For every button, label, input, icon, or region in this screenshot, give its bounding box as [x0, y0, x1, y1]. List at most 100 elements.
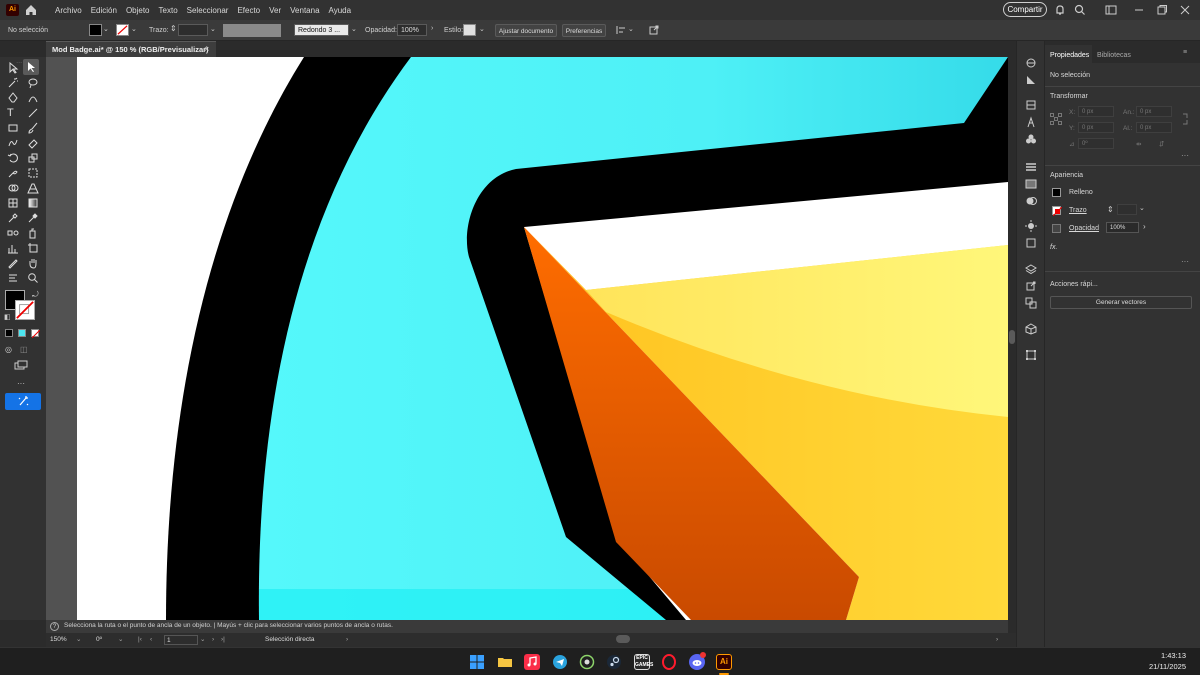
- curvature-tool-icon[interactable]: [27, 92, 39, 104]
- first-artboard-icon[interactable]: |‹: [138, 635, 142, 645]
- transparency-panel-icon[interactable]: [1025, 195, 1037, 207]
- scale-tool-icon[interactable]: [27, 152, 39, 164]
- artboard-number-field[interactable]: 1: [164, 635, 198, 645]
- stroke-color-box[interactable]: [15, 300, 35, 320]
- perspective-grid-icon[interactable]: [27, 182, 39, 194]
- shape-builder-icon[interactable]: [7, 182, 19, 194]
- artboard-tool-icon[interactable]: [27, 242, 39, 254]
- chevron-down-icon[interactable]: ⌄: [628, 25, 634, 33]
- menu-edicion[interactable]: Edición: [91, 6, 117, 15]
- link-proportions-icon[interactable]: [1181, 113, 1189, 125]
- zoom-tool-icon[interactable]: [27, 272, 39, 284]
- gradient-panel-icon[interactable]: [1025, 178, 1037, 190]
- direct-selection-tool-active[interactable]: [23, 59, 39, 75]
- chevron-down-icon[interactable]: ⌄: [103, 25, 109, 33]
- hand-tool-icon[interactable]: [27, 257, 39, 269]
- layers-panel-icon[interactable]: [1025, 263, 1037, 275]
- stroke-link[interactable]: Trazo: [1069, 207, 1087, 214]
- stroke-swatch-panel[interactable]: [1052, 206, 1063, 217]
- gradient-tool-icon[interactable]: [27, 197, 39, 209]
- more-options-icon[interactable]: ···: [1181, 257, 1189, 266]
- swap-colors-icon[interactable]: ⤾: [32, 290, 39, 300]
- properties-panel-icon[interactable]: [1025, 57, 1037, 69]
- eraser-icon[interactable]: [27, 137, 39, 149]
- restore-icon[interactable]: [1155, 3, 1169, 17]
- rectangle-tool-icon[interactable]: [7, 122, 19, 134]
- search-icon[interactable]: [1073, 3, 1087, 17]
- brush-definition[interactable]: Redondo 3 ...: [294, 24, 349, 36]
- music-app-icon[interactable]: [524, 654, 540, 670]
- flip-horizontal-icon[interactable]: ⇹: [1136, 140, 1141, 148]
- illustrator-taskbar-icon[interactable]: Ai: [716, 654, 732, 670]
- stepper-icon[interactable]: ⇕: [170, 24, 177, 33]
- asset-export-icon[interactable]: [1025, 280, 1037, 292]
- appearance-panel-icon[interactable]: [1025, 220, 1037, 232]
- tab-properties[interactable]: Propiedades: [1050, 52, 1089, 59]
- preferences-button[interactable]: Preferencias: [562, 24, 606, 37]
- color-mode-icon[interactable]: [5, 329, 13, 337]
- menu-efecto[interactable]: Efecto: [237, 6, 260, 15]
- puppet-warp-icon[interactable]: [1025, 116, 1037, 128]
- style-swatch[interactable]: [463, 24, 476, 36]
- none-mode-icon[interactable]: [31, 329, 41, 339]
- chevron-down-icon[interactable]: ⌄: [210, 25, 216, 33]
- menu-archivo[interactable]: Archivo: [55, 6, 82, 15]
- opacity-panel-input[interactable]: 100%: [1106, 222, 1139, 233]
- menu-ver[interactable]: Ver: [269, 6, 281, 15]
- reference-point-icon[interactable]: [1050, 113, 1062, 125]
- width-input[interactable]: 0 px: [1136, 106, 1172, 117]
- more-options-icon[interactable]: ···: [1181, 151, 1189, 160]
- close-tab-icon[interactable]: ×: [204, 44, 209, 54]
- recolor-icon[interactable]: [1025, 74, 1037, 86]
- height-input[interactable]: 0 px: [1136, 122, 1172, 133]
- rotation-field[interactable]: 0º: [96, 635, 116, 645]
- gradient-mode-icon[interactable]: [18, 329, 26, 337]
- stroke-panel-icon[interactable]: [1025, 161, 1037, 173]
- type-tool-icon[interactable]: T: [7, 107, 19, 119]
- flip-vertical-icon[interactable]: ⇵: [1159, 140, 1164, 148]
- next-artboard-icon[interactable]: ›: [212, 635, 214, 645]
- screen-mode-icon[interactable]: [14, 360, 28, 370]
- align-icon[interactable]: [615, 24, 627, 36]
- graphic-styles-icon[interactable]: [1025, 237, 1037, 249]
- share-button[interactable]: Compartir: [1003, 2, 1047, 17]
- stroke-stepper-icon[interactable]: ⇕: [1107, 205, 1114, 214]
- shaper-tool-icon[interactable]: [7, 137, 19, 149]
- lasso-icon[interactable]: [27, 77, 39, 89]
- home-icon[interactable]: [24, 3, 38, 17]
- panel-menu-icon[interactable]: ≡: [1183, 49, 1187, 56]
- pen-tool-icon[interactable]: [7, 92, 19, 104]
- chevron-right-icon[interactable]: ›: [346, 635, 348, 645]
- column-graph-icon[interactable]: [7, 242, 19, 254]
- chevron-down-icon[interactable]: ⌄: [131, 25, 137, 33]
- blend-tool-icon[interactable]: [7, 227, 19, 239]
- angle-input[interactable]: 0º: [1078, 138, 1114, 149]
- export-icon[interactable]: [648, 24, 660, 36]
- opera-gx-icon[interactable]: [661, 654, 677, 670]
- stroke-swatch[interactable]: [116, 24, 129, 36]
- free-transform-icon[interactable]: [27, 167, 39, 179]
- menu-texto[interactable]: Texto: [159, 6, 178, 15]
- y-input[interactable]: 0 px: [1078, 122, 1114, 133]
- libraries-panel-icon[interactable]: [1025, 99, 1037, 111]
- stroke-weight-input[interactable]: [178, 24, 208, 36]
- scroll-right-icon[interactable]: ›: [996, 635, 998, 645]
- workspace-icon[interactable]: [1104, 3, 1118, 17]
- telegram-icon[interactable]: [552, 654, 568, 670]
- default-colors-icon[interactable]: ◧: [4, 313, 11, 321]
- tab-libraries[interactable]: Bibliotecas: [1097, 52, 1131, 59]
- x-input[interactable]: 0 px: [1078, 106, 1114, 117]
- chevron-down-icon[interactable]: ⌄: [1139, 204, 1145, 212]
- magic-wand-icon[interactable]: [7, 77, 19, 89]
- chevron-down-icon[interactable]: ⌄: [479, 25, 485, 33]
- variable-width-profile[interactable]: [223, 24, 281, 37]
- vertical-scroll-thumb[interactable]: [1009, 330, 1015, 344]
- artboards-panel-icon[interactable]: [1025, 297, 1037, 309]
- zoom-level-field[interactable]: 150%: [50, 635, 74, 645]
- chevron-down-icon[interactable]: ⌄: [118, 635, 123, 645]
- layout-tool-icon[interactable]: [7, 272, 19, 284]
- menu-seleccionar[interactable]: Seleccionar: [187, 6, 229, 15]
- chevron-down-icon[interactable]: ⌄: [351, 25, 357, 33]
- notifications-icon[interactable]: [1053, 3, 1067, 17]
- draw-inside-icon[interactable]: ◫: [20, 345, 28, 354]
